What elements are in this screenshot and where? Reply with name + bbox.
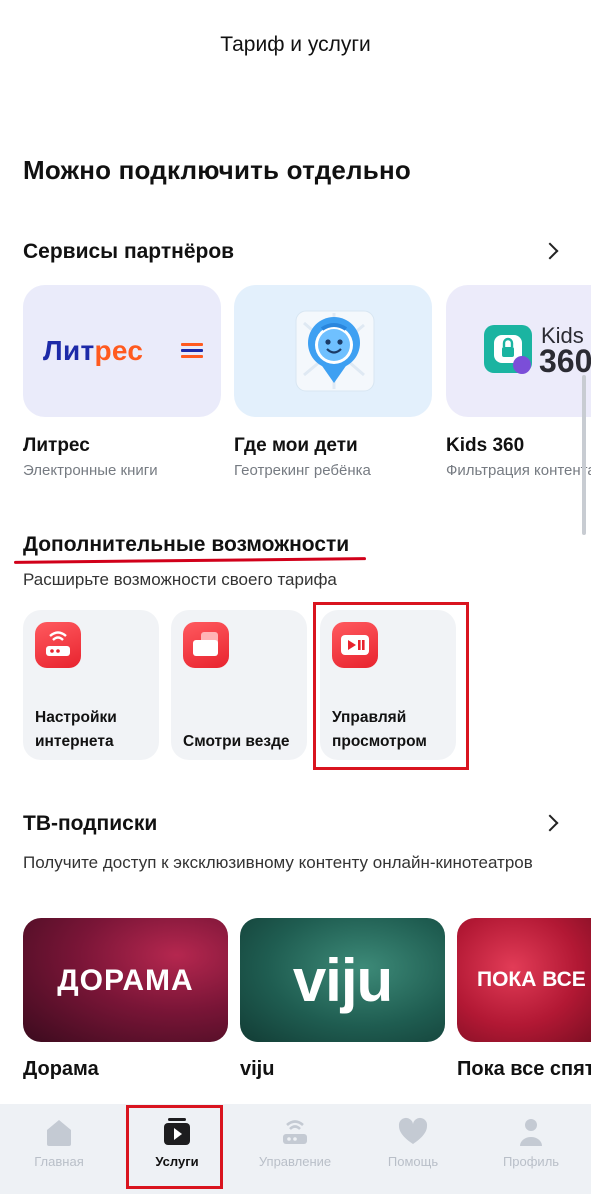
nav-item-help[interactable]: Помощь [354, 1104, 472, 1194]
nav-label: Профиль [502, 1154, 560, 1169]
partner-subtitle: Геотрекинг ребёнка [234, 462, 371, 479]
tv-name: Дорама [23, 1058, 99, 1080]
nav-label: Управление [258, 1154, 332, 1169]
tv-name: Пока все спят [457, 1058, 591, 1080]
tv-section-title[interactable]: ТВ-подписки [23, 812, 157, 836]
partner-subtitle: Фильтрация контента [446, 462, 591, 479]
feature-card-watch-everywhere[interactable]: Смотри везде [171, 610, 307, 760]
kid-location-icon [295, 310, 375, 392]
extras-subtitle: Расширьте возможности своего тарифа [23, 570, 337, 589]
poka-vse-spyat-logo: ПОКА ВСЕ СПЯТ [477, 968, 591, 991]
nav-item-profile[interactable]: Профиль [472, 1104, 590, 1194]
tv-card-viju[interactable]: viju [240, 918, 445, 1042]
home-icon [47, 1120, 71, 1146]
bottom-nav: Главная Услуги Управление Помощь Профиль [0, 1104, 591, 1194]
litres-bars-icon [181, 343, 203, 359]
tv-card-poka-vse-spyat[interactable]: ПОКА ВСЕ СПЯТ [457, 918, 591, 1042]
feature-card-internet-settings[interactable]: Настройки интернета [23, 610, 159, 760]
nav-label: Помощь [387, 1154, 439, 1169]
nav-item-home[interactable]: Главная [0, 1104, 118, 1194]
tv-name: viju [240, 1058, 275, 1080]
heart-icon [398, 1117, 428, 1144]
feature-label: Смотри везде [183, 733, 290, 750]
partner-name: Литрес [23, 435, 90, 456]
litres-logo: Литрес [43, 335, 144, 366]
partner-card-where-my-kids[interactable] [234, 285, 432, 417]
partner-card-litres[interactable]: Литрес [23, 285, 221, 417]
tv-subtitle: Получите доступ к эксклюзивному контенту… [23, 853, 533, 872]
partners-section-title[interactable]: Сервисы партнёров [23, 240, 234, 264]
viju-logo: viju [292, 947, 393, 1014]
multi-screen-icon [183, 622, 229, 668]
partner-subtitle: Электронные книги [23, 462, 158, 479]
router-icon [35, 622, 81, 668]
extras-section-title: Дополнительные возможности [23, 533, 350, 556]
nav-label: Главная [34, 1154, 84, 1169]
profile-icon [520, 1119, 542, 1146]
nav-item-management[interactable]: Управление [236, 1104, 354, 1194]
page-header-title: Тариф и услуги [220, 33, 371, 56]
highlight-box-manage-viewing [313, 602, 469, 770]
partners-chevron-right-icon[interactable] [541, 242, 559, 260]
partner-name: Kids 360 [446, 435, 525, 456]
dorama-logo: ДОРАМА [57, 964, 194, 997]
router-icon [283, 1120, 307, 1144]
partner-card-kids360[interactable]: Kids 360 [446, 285, 591, 417]
highlight-box-services-tab [126, 1105, 223, 1189]
tv-card-dorama[interactable]: ДОРАМА [23, 918, 228, 1042]
feature-label: Настройки интернета [35, 709, 117, 750]
tv-chevron-right-icon[interactable] [541, 814, 559, 832]
scrollbar[interactable] [582, 375, 586, 535]
kids360-lock-icon [484, 325, 532, 374]
partner-name: Где мои дети [234, 435, 358, 456]
extras-title-underline [13, 557, 367, 564]
main-title: Можно подключить отдельно [23, 155, 411, 185]
